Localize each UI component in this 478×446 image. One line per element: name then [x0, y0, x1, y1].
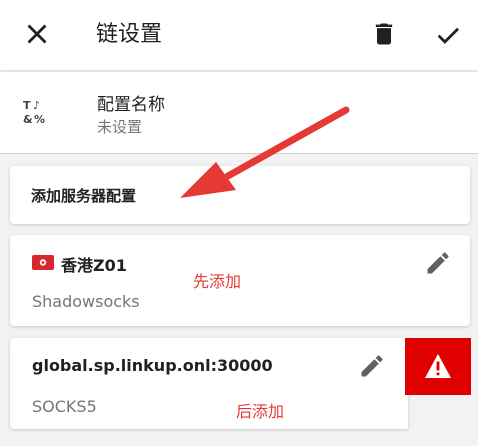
- hong-kong-flag-icon: [32, 255, 54, 270]
- svg-text:T: T: [23, 99, 31, 112]
- edit-icon[interactable]: [358, 352, 386, 380]
- server-type: SOCKS5: [32, 397, 97, 416]
- add-server-config-label: 添加服务器配置: [31, 187, 137, 205]
- warning-action-button[interactable]: [405, 338, 471, 395]
- add-server-config-button[interactable]: 添加服务器配置: [10, 166, 470, 224]
- svg-text:♪: ♪: [33, 99, 40, 112]
- text-format-icon: T ♪ & %: [23, 99, 45, 126]
- annotation-first: 先添加: [193, 272, 242, 291]
- svg-text:%: %: [34, 113, 45, 126]
- config-name-row[interactable]: T ♪ & % 配置名称 未设置: [0, 72, 478, 154]
- server-card-2[interactable]: global.sp.linkup.onl:30000 SOCKS5 后添加: [10, 338, 408, 429]
- page-title: 链设置: [96, 22, 163, 47]
- config-name-label: 配置名称: [97, 95, 165, 115]
- annotation-second: 后添加: [236, 402, 285, 421]
- server-card-1[interactable]: 香港Z01 Shadowsocks 先添加: [10, 235, 470, 326]
- config-name-value: 未设置: [97, 118, 143, 136]
- delete-icon[interactable]: [370, 20, 398, 48]
- warning-icon: [425, 354, 451, 378]
- server-name: 香港Z01: [61, 256, 127, 275]
- edit-icon[interactable]: [424, 249, 452, 277]
- app-bar: 链设置: [0, 0, 478, 70]
- check-icon[interactable]: [433, 20, 463, 50]
- close-icon[interactable]: [22, 19, 52, 49]
- svg-text:&: &: [23, 113, 33, 126]
- server-type: Shadowsocks: [32, 292, 140, 311]
- server-name: global.sp.linkup.onl:30000: [32, 356, 273, 375]
